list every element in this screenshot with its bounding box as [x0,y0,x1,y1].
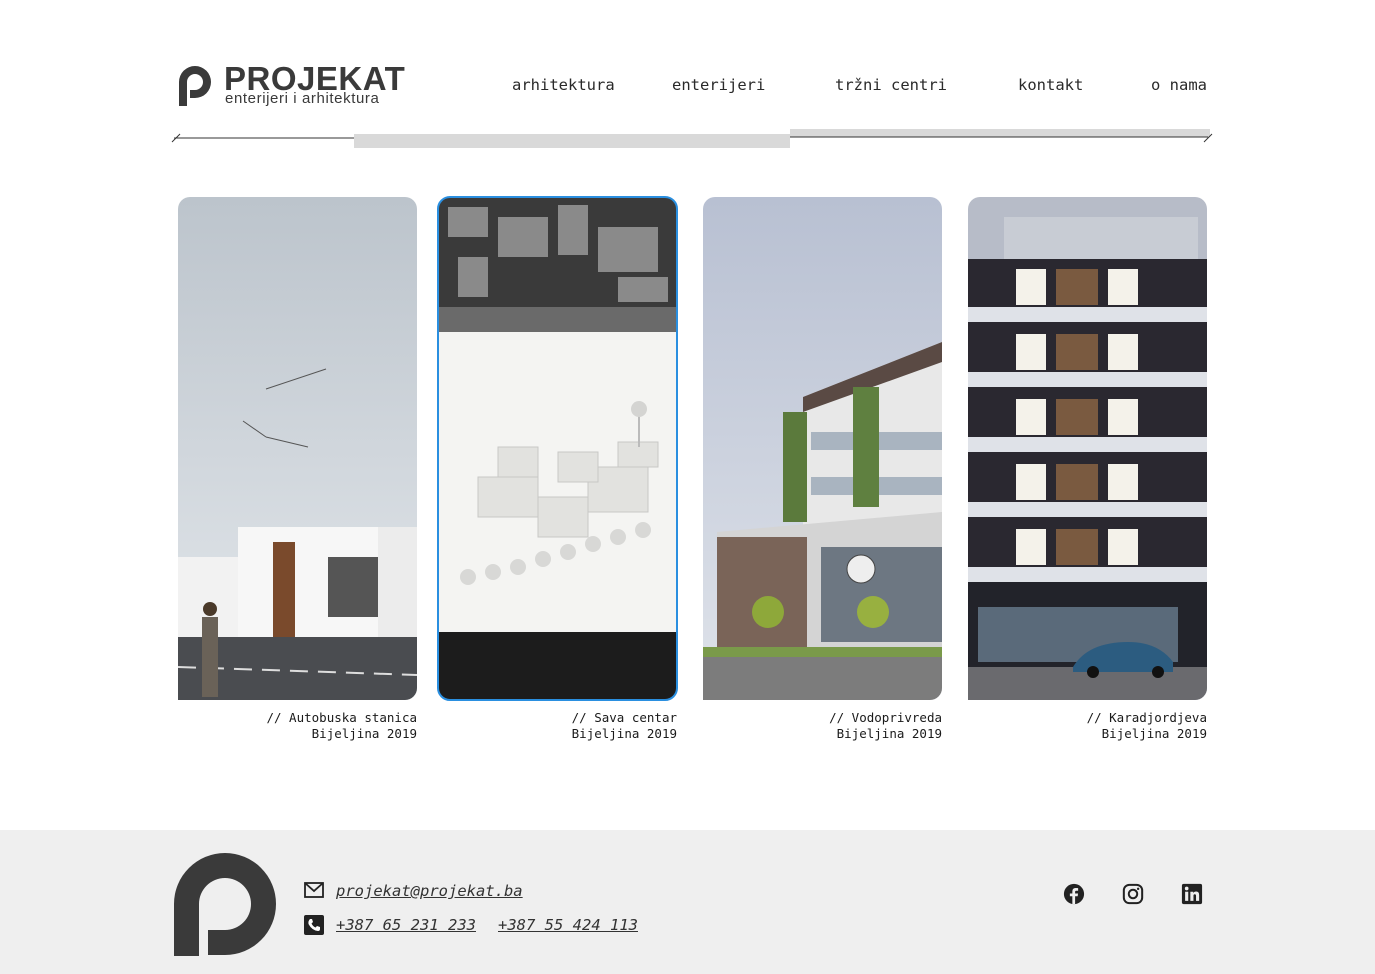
nav-item-kontakt[interactable]: kontakt [1018,76,1083,94]
linkedin-icon[interactable] [1181,883,1203,905]
mail-icon [304,882,324,898]
instagram-icon[interactable] [1122,883,1144,905]
facebook-icon[interactable] [1063,883,1085,905]
project-subtitle: Bijeljina 2019 [1101,726,1207,741]
phone-link-2[interactable]: +387 55 424 113 [498,916,638,934]
project-subtitle: Bijeljina 2019 [836,726,942,741]
phone-icon [304,915,324,935]
project-subtitle: Bijeljina 2019 [571,726,677,741]
logo-mark-icon [179,66,211,106]
header-divider [171,129,1213,148]
brand-tagline: enterijeri i arhitektura [225,90,380,107]
project-title: // Sava centar [571,710,677,725]
project-title: // Vodoprivreda [829,710,942,725]
project-caption: // Sava centar Bijeljina 2019 [438,710,677,742]
project-caption: // Karadjordjeva Bijeljina 2019 [968,710,1207,742]
nav-item-o-nama[interactable]: o nama [1151,76,1207,94]
email-link[interactable]: projekat@projekat.ba [336,882,523,900]
brand-logo[interactable]: PROJEKAT enterijeri i arhitektura [173,60,405,110]
project-subtitle: Bijeljina 2019 [311,726,417,741]
project-image-residential-tower[interactable] [968,197,1207,700]
site-footer: projekat@projekat.ba +387 65 231 233 +38… [0,830,1375,974]
project-caption: // Vodoprivreda Bijeljina 2019 [703,710,942,742]
nav-item-enterijeri[interactable]: enterijeri [672,76,765,94]
project-title: // Autobuska stanica [266,710,417,725]
project-title: // Karadjordjeva [1086,710,1207,725]
phone-link-1[interactable]: +387 65 231 233 [336,916,476,934]
project-image-model[interactable] [437,196,678,701]
project-image-bus-station[interactable] [178,197,417,700]
project-caption: // Autobuska stanica Bijeljina 2019 [178,710,417,742]
footer-logo-icon[interactable] [174,852,277,956]
nav-item-arhitektura[interactable]: arhitektura [512,76,615,94]
project-image-office-building[interactable] [703,197,942,700]
nav-item-trzni-centri[interactable]: tržni centri [835,76,947,94]
